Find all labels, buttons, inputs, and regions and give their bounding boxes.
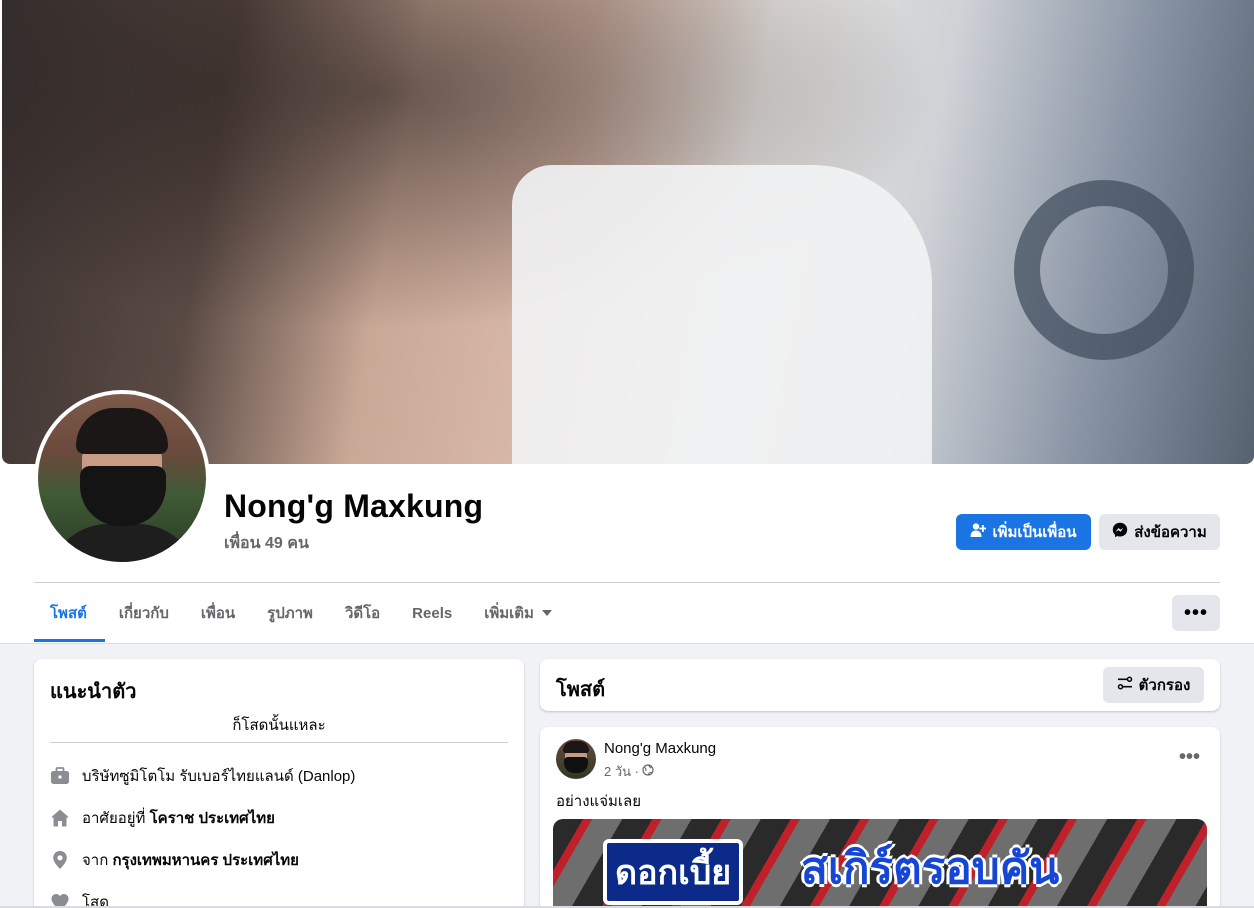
tab-about[interactable]: เกี่ยวกับ — [103, 595, 185, 631]
post-author-name[interactable]: Nong'g Maxkung — [604, 740, 716, 757]
posts-title: โพสต์ — [556, 679, 606, 701]
info-from-prefix: จาก — [82, 852, 109, 869]
profile-name: Nong'g Maxkung — [224, 488, 484, 524]
post-time[interactable]: 2 วัน · — [604, 761, 639, 782]
briefcase-icon — [50, 766, 70, 786]
tab-reels[interactable]: Reels — [396, 595, 468, 631]
filter-icon — [1117, 675, 1133, 695]
add-friend-button[interactable]: เพิ่มเป็นเพื่อน — [956, 514, 1091, 550]
active-tab-indicator — [34, 639, 105, 642]
filter-button[interactable]: ตัวกรอง — [1103, 667, 1204, 703]
info-lives: อาศัยอยู่ที่ โคราช ประเทศไทย — [50, 806, 275, 830]
post-card: Nong'g Maxkung 2 วัน · ••• อย่างแจ่มเลย … — [540, 727, 1220, 908]
post-image-text-2: สเกิร์ตรอบคัน — [801, 843, 1060, 894]
post-meta: 2 วัน · — [604, 761, 654, 782]
caret-down-icon — [541, 610, 552, 616]
info-lives-place[interactable]: โคราช ประเทศไทย — [150, 810, 275, 827]
post-author-avatar[interactable] — [556, 739, 596, 779]
profile-tabs: โพสต์ เกี่ยวกับ เพื่อน รูปภาพ วิดีโอ Ree… — [34, 595, 568, 643]
intro-card: แนะนำตัว ก็โสดนั้นแหละ บริษัทซูมิโตโม รั… — [34, 659, 524, 908]
message-button[interactable]: ส่งข้อความ — [1099, 514, 1220, 550]
intro-divider — [50, 742, 508, 743]
add-friend-label: เพิ่มเป็นเพื่อน — [992, 524, 1077, 541]
post-image[interactable]: ดอกเบี้ย สเกิร์ตรอบคัน — [553, 819, 1207, 908]
tab-photos[interactable]: รูปภาพ — [251, 595, 329, 631]
tab-friends[interactable]: เพื่อน — [185, 595, 251, 631]
info-work: บริษัทซูมิโตโม รับเบอร์ไทยแลนด์ (Danlop) — [50, 764, 355, 788]
messenger-icon — [1112, 522, 1128, 542]
intro-bio: ก็โสดนั้นแหละ — [232, 717, 326, 734]
post-text: อย่างแจ่มเลย — [556, 793, 641, 810]
tab-more-label: เพิ่มเติม — [484, 605, 534, 622]
info-from: จาก กรุงเทพมหานคร ประเทศไทย — [50, 848, 299, 872]
tab-posts[interactable]: โพสต์ — [34, 595, 103, 631]
globe-icon — [642, 764, 654, 779]
post-options-button[interactable]: ••• — [1179, 747, 1200, 767]
info-lives-prefix: อาศัยอยู่ที่ — [82, 810, 146, 827]
friends-count[interactable]: เพื่อน 49 คน — [224, 531, 309, 556]
filter-label: ตัวกรอง — [1138, 677, 1191, 694]
home-icon — [50, 808, 70, 828]
post-image-text-1: ดอกเบี้ย — [603, 839, 744, 905]
tab-more[interactable]: เพิ่มเติม — [468, 595, 568, 631]
intro-title: แนะนำตัว — [50, 681, 137, 703]
tab-videos[interactable]: วิดีโอ — [329, 595, 396, 631]
location-pin-icon — [50, 850, 70, 870]
header-divider — [34, 582, 1220, 583]
profile-avatar[interactable] — [34, 390, 210, 566]
info-from-place[interactable]: กรุงเทพมหานคร ประเทศไทย — [112, 852, 298, 869]
cover-photo[interactable] — [2, 0, 1254, 464]
profile-header: Nong'g Maxkung เพื่อน 49 คน เพิ่มเป็นเพื… — [0, 0, 1254, 643]
add-friend-icon — [970, 522, 987, 542]
message-label: ส่งข้อความ — [1134, 524, 1207, 541]
header-bottom-border — [0, 643, 1254, 644]
info-work-text: บริษัทซูมิโตโม รับเบอร์ไทยแลนด์ (Danlop) — [82, 768, 356, 785]
profile-more-button[interactable]: ••• — [1172, 595, 1220, 631]
posts-header-card: โพสต์ ตัวกรอง — [540, 659, 1220, 711]
